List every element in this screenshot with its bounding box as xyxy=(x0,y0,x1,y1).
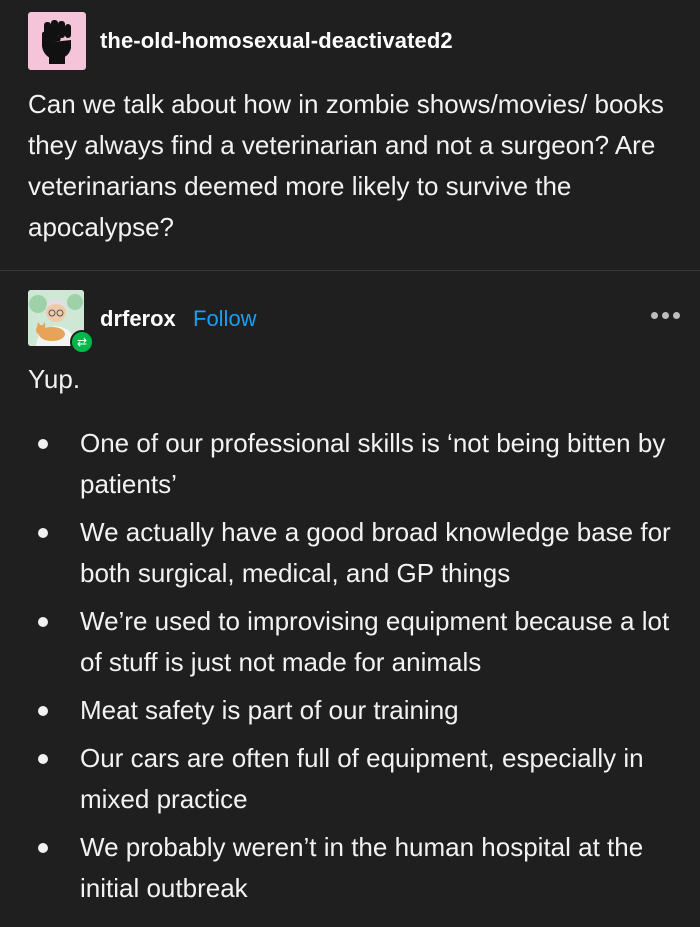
more-options-icon[interactable] xyxy=(651,312,680,319)
bullet-icon xyxy=(38,843,48,853)
reply-header: ⇄ drferox Follow xyxy=(28,290,680,354)
reply-username[interactable]: drferox xyxy=(100,306,176,332)
list-item: We’re used to improvising equipment beca… xyxy=(28,601,678,683)
reblog-icon: ⇄ xyxy=(70,330,94,354)
more-dot-3 xyxy=(673,312,680,319)
list-item: Our cars are often full of equipment, es… xyxy=(28,738,678,820)
bullet-icon xyxy=(38,528,48,538)
list-item-text: We actually have a good broad knowledge … xyxy=(80,517,671,588)
bullet-icon xyxy=(38,754,48,764)
more-dot-2 xyxy=(662,312,669,319)
op-post-header: the-old-homosexual-deactivated2 xyxy=(28,12,453,70)
list-item-text: We’re used to improvising equipment beca… xyxy=(80,606,670,677)
reply-intro-text: Yup. xyxy=(28,364,81,394)
op-username[interactable]: the-old-homosexual-deactivated2 xyxy=(100,28,453,54)
op-post-text: Can we talk about how in zombie shows/mo… xyxy=(28,89,664,242)
list-item-text: We probably weren’t in the human hospita… xyxy=(80,832,644,903)
more-dot-1 xyxy=(651,312,658,319)
list-item-text: Meat safety is part of our training xyxy=(80,695,459,725)
list-item: Meat safety is part of our training xyxy=(28,690,678,731)
follow-button[interactable]: Follow xyxy=(193,306,257,332)
bullet-icon xyxy=(38,706,48,716)
list-item-text: Our cars are often full of equipment, es… xyxy=(80,743,644,814)
reply-bullet-list: One of our professional skills is ‘not b… xyxy=(28,423,678,916)
list-item: One of our professional skills is ‘not b… xyxy=(28,423,678,505)
op-avatar[interactable] xyxy=(28,12,86,70)
list-item: We actually have a good broad knowledge … xyxy=(28,512,678,594)
bullet-icon xyxy=(38,617,48,627)
bullet-icon xyxy=(38,439,48,449)
list-item: We probably weren’t in the human hospita… xyxy=(28,827,678,909)
raised-fist-icon xyxy=(42,20,71,64)
list-item-text: One of our professional skills is ‘not b… xyxy=(80,428,666,499)
post-divider xyxy=(0,270,700,271)
